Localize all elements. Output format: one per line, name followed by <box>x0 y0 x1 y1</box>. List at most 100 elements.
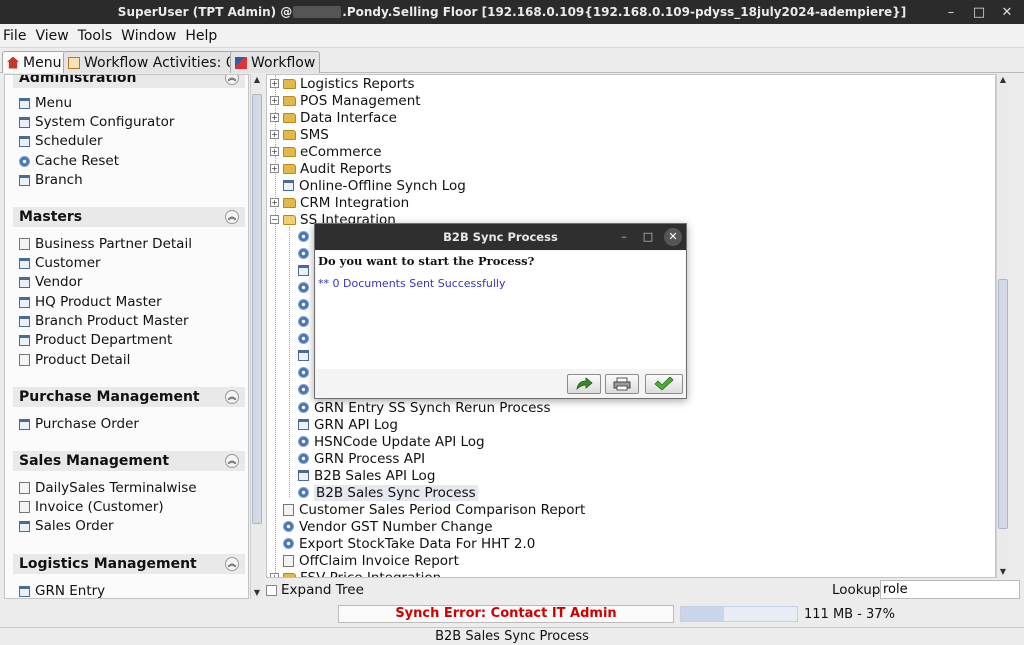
tree-node[interactable]: + eCommerce <box>270 143 382 160</box>
expand-icon[interactable]: + <box>270 573 279 577</box>
folder-icon <box>283 95 296 106</box>
section-masters[interactable]: Masters ︽ <box>13 207 245 227</box>
tree-node[interactable]: GRN Entry SS Synch Rerun Process <box>298 399 551 416</box>
menu-item[interactable]: Product Department <box>19 331 172 349</box>
sync-error-status[interactable]: Synch Error: Contact IT Admin <box>338 605 674 623</box>
menu-item[interactable]: Invoice (Customer) <box>19 498 164 516</box>
print-button[interactable] <box>605 374 639 394</box>
tree-node[interactable]: Online-Offline Synch Log <box>283 177 466 194</box>
tree-node[interactable] <box>298 228 314 245</box>
tree-node[interactable]: Vendor GST Number Change <box>283 518 493 535</box>
refresh-button[interactable] <box>567 374 601 394</box>
menu-item[interactable]: Cache Reset <box>19 152 119 170</box>
tree-node[interactable]: + CRM Integration <box>270 194 409 211</box>
tree-node[interactable] <box>298 330 314 347</box>
menu-item[interactable]: Branch <box>19 171 83 189</box>
menu-item[interactable]: DailySales Terminalwise <box>19 479 197 497</box>
menu-window[interactable]: Window <box>118 28 182 44</box>
menu-item[interactable]: HQ Product Master <box>19 293 162 311</box>
collapse-icon[interactable]: ︽ <box>225 454 239 468</box>
menu-help[interactable]: Help <box>182 28 223 44</box>
menu-item[interactable]: Branch Product Master <box>19 312 189 330</box>
menu-tools[interactable]: Tools <box>75 28 119 44</box>
section-sales-management[interactable]: Sales Management ︽ <box>13 451 245 471</box>
tree-scrollbar[interactable]: ▲ ▼ <box>996 74 1009 578</box>
section-title: Logistics Management <box>19 556 197 572</box>
close-button[interactable]: ✕ <box>994 0 1020 24</box>
expand-icon[interactable]: + <box>270 147 279 156</box>
tree-node[interactable] <box>298 347 314 364</box>
scroll-up-icon[interactable]: ▲ <box>251 74 263 86</box>
tree-node[interactable]: B2B Sales API Log <box>298 467 435 484</box>
scroll-down-icon[interactable]: ▼ <box>997 566 1009 578</box>
tree-node[interactable] <box>298 245 314 262</box>
section-purchase-management[interactable]: Purchase Management ︽ <box>13 387 245 407</box>
expand-icon[interactable]: + <box>270 96 279 105</box>
tree-node[interactable] <box>298 296 314 313</box>
tree-node[interactable] <box>298 364 314 381</box>
tree-node[interactable]: + Audit Reports <box>270 160 391 177</box>
tree-node[interactable]: OffClaim Invoice Report <box>283 552 459 569</box>
menu-item[interactable]: Vendor <box>19 273 82 291</box>
tree-node[interactable] <box>298 313 314 330</box>
tree-node[interactable] <box>298 381 314 398</box>
maximize-button[interactable]: □ <box>966 0 992 24</box>
menu-view[interactable]: View <box>32 28 74 44</box>
left-scrollbar[interactable]: ▲ ▼ <box>250 74 263 599</box>
section-administration[interactable]: Administration ︽ <box>13 75 245 88</box>
tree-node[interactable]: + POS Management <box>270 92 421 109</box>
collapse-node-icon[interactable]: − <box>270 215 279 224</box>
menu-item[interactable]: GRN Entry <box>19 582 105 598</box>
menu-item-label: Product Detail <box>35 352 131 368</box>
tree-node[interactable] <box>298 262 314 279</box>
dialog-minimize-button[interactable]: – <box>615 228 633 246</box>
dialog-maximize-button[interactable]: □ <box>639 228 657 246</box>
tree-node[interactable]: + SMS <box>270 126 329 143</box>
tree-node[interactable]: GRN API Log <box>298 416 398 433</box>
menu-file[interactable]: File <box>0 28 32 44</box>
collapse-icon[interactable]: ︽ <box>225 390 239 404</box>
menu-item[interactable]: Product Detail <box>19 351 130 369</box>
tree-node[interactable]: Customer Sales Period Comparison Report <box>283 501 585 518</box>
menu-item[interactable]: System Configurator <box>19 113 174 131</box>
scroll-up-icon[interactable]: ▲ <box>997 74 1009 86</box>
menu-item[interactable]: Sales Order <box>19 517 114 535</box>
minimize-button[interactable]: – <box>938 0 964 24</box>
collapse-icon[interactable]: ︽ <box>225 210 239 224</box>
tree-node[interactable]: HSNCode Update API Log <box>298 433 485 450</box>
expand-icon[interactable]: + <box>270 130 279 139</box>
tree-node[interactable]: GRN Process API <box>298 450 425 467</box>
collapse-icon[interactable]: ︽ <box>225 75 239 85</box>
tab-workflow[interactable]: Workflow <box>230 51 321 73</box>
tree-node[interactable] <box>298 279 314 296</box>
menu-item[interactable]: Purchase Order <box>19 415 139 433</box>
menu-item[interactable]: Business Partner Detail <box>19 235 192 253</box>
ok-button[interactable] <box>645 374 683 394</box>
folder-icon <box>283 572 296 577</box>
expand-icon[interactable]: + <box>270 198 279 207</box>
expand-icon[interactable]: + <box>270 79 279 88</box>
menu-item[interactable]: Menu <box>19 94 72 112</box>
tab-menu[interactable]: Menu <box>2 51 67 73</box>
printer-icon <box>613 377 631 391</box>
tree-node-label: Customer Sales Period Comparison Report <box>299 501 586 518</box>
scroll-down-icon[interactable]: ▼ <box>251 587 263 599</box>
expand-icon[interactable]: + <box>270 164 279 173</box>
tree-node[interactable]: + Data Interface <box>270 109 397 126</box>
tree-node-selected[interactable]: B2B Sales Sync Process <box>298 484 478 501</box>
expand-tree-checkbox[interactable] <box>266 584 277 596</box>
tab-workflow-activities[interactable]: Workflow Activities: 0 <box>63 51 240 73</box>
memory-bar[interactable] <box>680 606 798 622</box>
scroll-thumb[interactable] <box>252 94 262 524</box>
tree-node[interactable]: + Logistics Reports <box>270 75 414 92</box>
lookup-input[interactable] <box>880 580 1020 599</box>
menu-item[interactable]: Customer <box>19 254 101 272</box>
collapse-icon[interactable]: ︽ <box>225 557 239 571</box>
scroll-thumb[interactable] <box>998 279 1008 529</box>
dialog-close-button[interactable]: ✕ <box>664 228 682 246</box>
section-logistics-management[interactable]: Logistics Management ︽ <box>13 554 245 574</box>
menu-item[interactable]: Scheduler <box>19 132 103 150</box>
tree-node[interactable]: + FSV Price Integration <box>270 569 441 577</box>
expand-icon[interactable]: + <box>270 113 279 122</box>
tree-node[interactable]: Export StockTake Data For HHT 2.0 <box>283 535 535 552</box>
